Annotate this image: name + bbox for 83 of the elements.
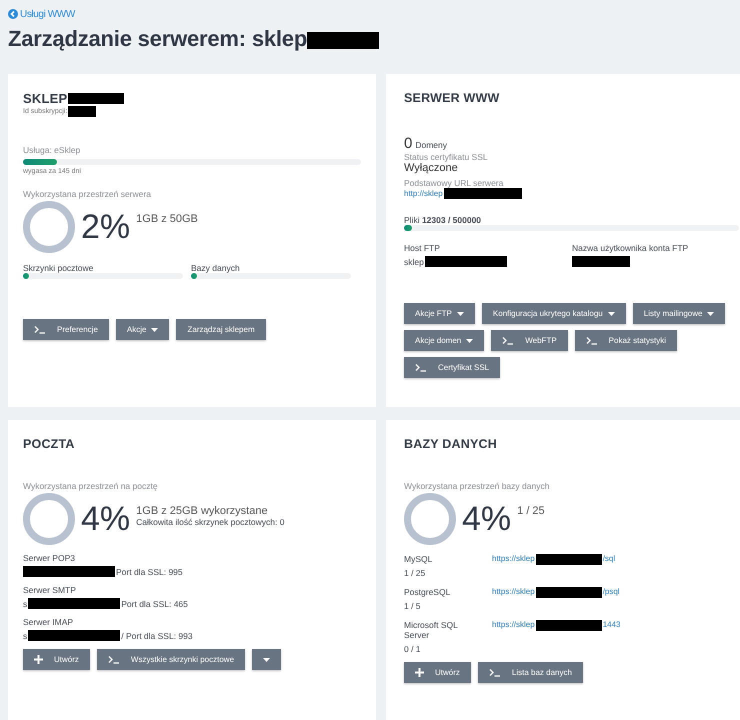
donut-chart-icon — [404, 493, 456, 545]
database-url-link[interactable]: /sql — [602, 554, 616, 563]
server-address: s — [23, 598, 28, 608]
page-title: Zarządzanie serwerem: sklep — [8, 26, 308, 52]
server-label: Serwer IMAP — [23, 617, 74, 627]
card-title: POCZTA — [23, 437, 76, 451]
database-url-link[interactable]: https://sklep — [492, 554, 535, 563]
action-button[interactable]: Akcje FTP — [404, 303, 475, 324]
database-url-link[interactable]: https://sklep — [492, 587, 535, 596]
action-button[interactable]: Zarządzaj sklepem — [176, 319, 266, 340]
files-count: Pliki 12303 / 500000 — [404, 215, 482, 225]
ftp-field-label: Nazwa użytkownika konta FTP — [572, 243, 690, 253]
usage-label: Wykorzystana przestrzeń bazy danych — [404, 481, 550, 491]
action-button[interactable]: Konfiguracja ukrytego katalogu — [482, 303, 626, 324]
plus-icon — [34, 655, 43, 664]
database-count: 1 / 5 — [404, 601, 422, 611]
terminal-icon — [586, 336, 598, 345]
usage-detail: 1GB z 50GB — [136, 213, 198, 225]
usage-label: Wykorzystana przestrzeń serwera — [23, 189, 152, 199]
server-url-label: Podstawowy URL serwera — [404, 178, 504, 188]
usage-detail: 1GB z 25GB wykorzystane — [136, 505, 268, 517]
donut-chart-icon — [23, 201, 75, 253]
usage-detail: 1 / 25 — [517, 505, 545, 517]
action-button[interactable]: Certyfikat SSL — [404, 357, 500, 378]
database-count: 0 / 1 — [404, 644, 422, 654]
database-url-link[interactable]: 1443 — [602, 620, 620, 629]
server-label: Serwer SMTP — [23, 585, 77, 595]
back-link-label: Usługi WWW — [20, 8, 75, 20]
meter-label: Skrzynki pocztowe — [23, 263, 94, 273]
caret-icon — [707, 312, 714, 316]
caret-icon — [456, 312, 464, 316]
ssl-port: Port dla SSL: 465 — [121, 598, 188, 608]
ssl-port: / Port dla SSL: 993 — [121, 630, 193, 640]
usage-percent: 2% — [81, 210, 130, 244]
server-address: s — [23, 630, 28, 640]
usage-percent: 4% — [81, 502, 130, 536]
database-url-link[interactable]: /psql — [602, 587, 620, 596]
donut-chart-icon — [23, 493, 75, 545]
database-engine-name: Microsoft SQL Server — [404, 620, 459, 640]
action-button[interactable]: Wszystkie skrzynki pocztowe — [96, 649, 246, 670]
meter-label: Bazy danych — [191, 263, 241, 273]
action-button[interactable]: Utwórz — [404, 662, 471, 683]
action-button[interactable]: Lista baz danych — [478, 662, 583, 683]
service-label: Usługa: eSklep — [23, 145, 82, 155]
caret-icon — [263, 658, 270, 662]
card-title: SKLEP — [23, 91, 68, 106]
action-button[interactable]: WebFTP — [491, 330, 568, 351]
action-button[interactable]: Preferencje — [23, 319, 109, 340]
domain-count: 0 — [404, 135, 412, 152]
ftp-field-label: Host FTP — [404, 243, 441, 253]
card-title: SERWER WWW — [404, 91, 501, 105]
usage-percent: 4% — [462, 502, 512, 536]
ftp-field-value: sklep — [404, 256, 424, 266]
terminal-icon — [488, 668, 501, 677]
ssl-port: Port dla SSL: 995 — [116, 566, 183, 576]
caret-icon — [608, 312, 615, 316]
action-button[interactable]: Akcje domen — [404, 330, 484, 351]
action-button[interactable]: Akcje — [116, 319, 170, 340]
server-label: Serwer POP3 — [23, 553, 76, 563]
database-url-link[interactable]: https://sklep — [492, 620, 535, 629]
back-arrow-icon — [8, 9, 18, 19]
card-title: BAZY DANYCH — [404, 437, 498, 451]
plus-icon — [415, 668, 424, 677]
terminal-icon — [34, 325, 46, 334]
back-link[interactable]: Usługi WWW — [8, 8, 75, 20]
mailbox-count: Całkowita ilość skrzynek pocztowych: 0 — [136, 517, 284, 527]
server-url-link[interactable]: http://sklep — [404, 189, 443, 198]
usage-label: Wykorzystana przestrzeń na pocztę — [23, 481, 159, 491]
ssl-status-value: Wyłączone — [404, 162, 459, 174]
database-engine-name: MySQL — [404, 554, 434, 564]
ssl-status-label: Status certyfikatu SSL — [404, 152, 489, 162]
action-button[interactable]: Pokaż statystyki — [574, 330, 678, 351]
domain-label: Domeny — [415, 140, 447, 150]
database-engine-name: PostgreSQL — [404, 587, 452, 597]
terminal-icon — [415, 363, 427, 372]
database-count: 1 / 25 — [404, 568, 426, 578]
action-button[interactable]: Utwórz — [23, 649, 90, 670]
terminal-icon — [108, 655, 120, 664]
caret-icon — [466, 338, 474, 342]
caret-icon — [151, 328, 158, 332]
terminal-icon — [502, 336, 514, 345]
dropdown-button[interactable] — [252, 649, 282, 670]
action-button[interactable]: Listy mailingowe — [632, 303, 726, 324]
